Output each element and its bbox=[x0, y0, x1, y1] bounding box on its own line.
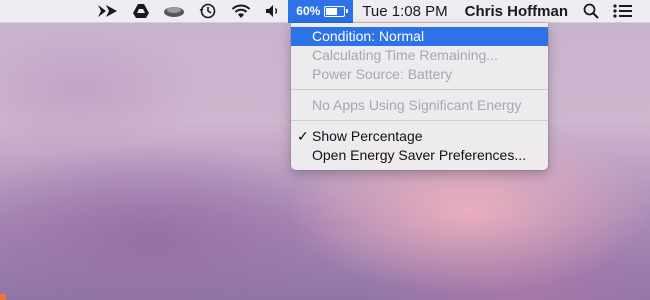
wifi-icon[interactable] bbox=[224, 0, 258, 23]
battery-icon bbox=[324, 5, 349, 17]
menu-separator bbox=[291, 120, 548, 121]
menu-item-label: Show Percentage bbox=[312, 128, 423, 144]
menu-item-label: Calculating Time Remaining... bbox=[312, 47, 498, 63]
spotlight-search-icon[interactable] bbox=[576, 0, 606, 23]
menu-bar: 60% Tue 1:08 PM Chris Hoffman bbox=[0, 0, 650, 23]
checkmark-icon: ✓ bbox=[297, 128, 309, 144]
time-machine-icon[interactable] bbox=[192, 0, 224, 23]
user-account-menu[interactable]: Chris Hoffman bbox=[457, 0, 576, 23]
menu-item-power-source: Power Source: Battery bbox=[291, 65, 548, 84]
menu-item-label: Open Energy Saver Preferences... bbox=[312, 147, 526, 163]
volume-icon[interactable] bbox=[258, 0, 288, 23]
menu-item-condition[interactable]: Condition: Normal bbox=[291, 27, 548, 46]
desktop-corner-mark bbox=[0, 294, 6, 300]
menu-item-energy-apps: No Apps Using Significant Energy bbox=[291, 96, 548, 115]
arrow-app-icon[interactable] bbox=[90, 0, 126, 23]
menu-item-label: Power Source: Battery bbox=[312, 66, 453, 82]
menu-separator bbox=[291, 89, 548, 90]
menu-bar-clock[interactable]: Tue 1:08 PM bbox=[353, 0, 456, 23]
google-drive-icon[interactable] bbox=[126, 0, 156, 23]
menu-item-energy-saver-preferences[interactable]: Open Energy Saver Preferences... bbox=[291, 146, 548, 165]
menu-item-label: Condition: Normal bbox=[312, 28, 425, 44]
battery-dropdown-menu: Condition: Normal Calculating Time Remai… bbox=[291, 23, 548, 170]
battery-percentage: 60% bbox=[296, 4, 321, 18]
notification-center-icon[interactable] bbox=[606, 0, 640, 23]
battery-level-fill bbox=[326, 7, 337, 15]
menu-item-label: No Apps Using Significant Energy bbox=[312, 97, 522, 113]
menu-item-show-percentage[interactable]: ✓ Show Percentage bbox=[291, 127, 548, 146]
battery-status-menu[interactable]: 60% bbox=[288, 0, 354, 23]
menu-item-time-remaining: Calculating Time Remaining... bbox=[291, 46, 548, 65]
cloud-drive-icon[interactable] bbox=[156, 0, 192, 23]
